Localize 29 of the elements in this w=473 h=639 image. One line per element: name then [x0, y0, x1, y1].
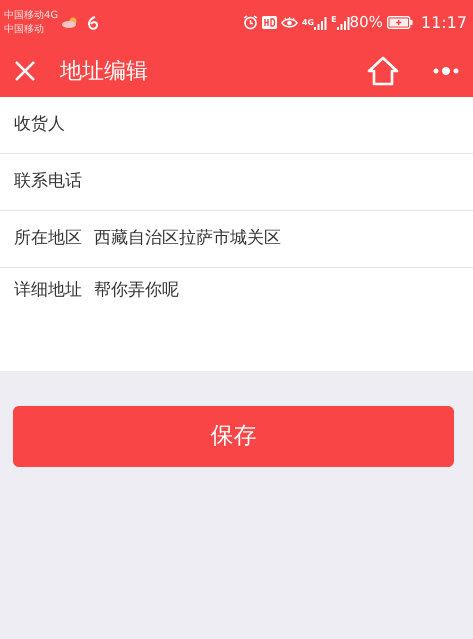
clock-time: 11:17 — [420, 12, 467, 34]
signal-icon — [314, 16, 328, 30]
hd-icon — [262, 16, 277, 29]
field-label: 联系电话 — [14, 170, 82, 194]
app-icon — [86, 14, 100, 30]
field-value: 帮你弄你呢 — [94, 279, 179, 302]
carrier-text: 中国移动4G — [4, 8, 58, 22]
input-field[interactable]: 所在地区 西藏自治区拉萨市城关区 — [0, 211, 473, 268]
alarm-icon — [242, 15, 258, 30]
field-label: 所在地区 — [14, 227, 82, 250]
home-icon[interactable] — [367, 56, 399, 86]
input-field[interactable]: 联系电话 — [0, 154, 473, 211]
page-title: 地址编辑 — [60, 58, 148, 86]
eye-icon — [280, 16, 298, 29]
address-text-area[interactable]: 详细地址 帮你弄你呢 — [0, 268, 473, 371]
network-text: 4G — [302, 18, 314, 26]
input-field[interactable]: 收货人 — [0, 97, 473, 154]
field-label: 收货人 — [14, 113, 65, 136]
save-button[interactable]: 保存 — [13, 406, 454, 467]
battery-percent: 80% — [350, 12, 383, 34]
field-label: 详细地址 — [14, 279, 82, 302]
carrier-text: 中国移动 — [4, 22, 45, 36]
signal-icon — [336, 16, 350, 30]
field-value: 西藏自治区拉萨市城关区 — [94, 227, 281, 250]
weather-icon — [62, 17, 78, 28]
battery-icon — [386, 16, 413, 29]
more-icon[interactable] — [433, 66, 459, 76]
network-text: E — [331, 16, 337, 24]
close-icon[interactable] — [14, 60, 36, 82]
